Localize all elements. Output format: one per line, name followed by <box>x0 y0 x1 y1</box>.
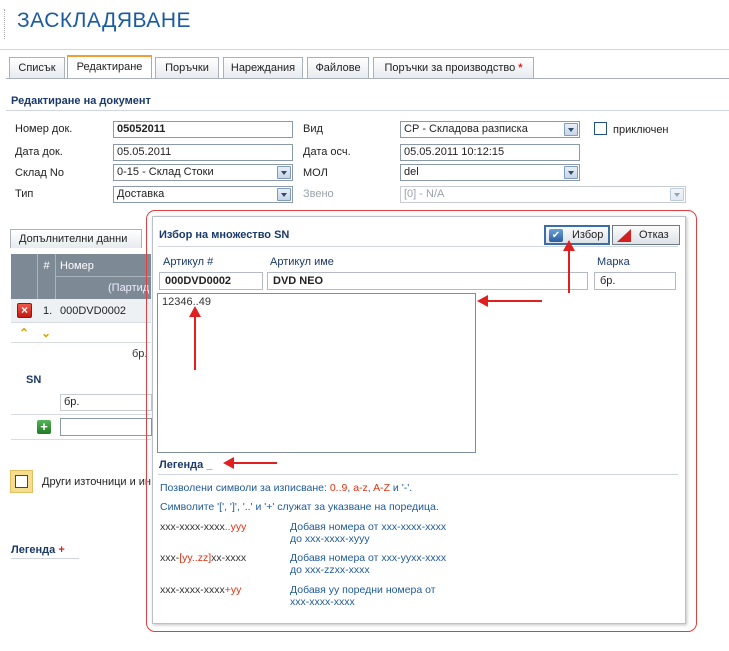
closed-checkbox[interactable] <box>594 122 607 135</box>
tab-edit[interactable]: Редактиране <box>67 55 152 79</box>
chevron-down-icon[interactable] <box>277 188 291 201</box>
annotation-arrow-line <box>194 316 196 370</box>
brand-field: бр. <box>594 272 676 290</box>
section-title: Редактиране на документ <box>11 95 151 107</box>
warehouse-select[interactable]: 0-15 - Склад Стоки <box>113 164 293 181</box>
legend-example-1-desc: Добавя номера от xxx-xxxx-xxxx до xxx-xxx… <box>290 521 447 545</box>
cancel-icon <box>617 229 631 242</box>
grid-col-index: # <box>38 254 56 299</box>
post-date-label: Дата осч. <box>303 146 351 158</box>
drag-grip <box>4 9 6 39</box>
annotation-arrow-head <box>189 306 201 317</box>
mol-label: МОЛ <box>303 167 328 179</box>
legend-example-3: xxx-xxxx-xxxx+yy <box>160 584 242 596</box>
sn-label: SN <box>26 374 42 386</box>
kind-label: Вид <box>303 123 323 135</box>
doc-no-field[interactable]: 05052011 <box>113 121 293 138</box>
article-no-field: 000DVD0002 <box>159 272 263 290</box>
dialog-legend-title[interactable]: Легенда _ <box>159 459 212 471</box>
move-up-icon[interactable]: ⌃ <box>19 326 29 340</box>
annotation-arrow-head <box>477 295 488 307</box>
grid-col-number: Номер <box>60 260 94 272</box>
legend-symbols: Символите '[', ']', '..' и '+' служат за… <box>160 501 439 513</box>
cancel-button[interactable]: Отказ <box>612 225 680 245</box>
tab-orders[interactable]: Поръчки <box>155 57 219 78</box>
kind-select[interactable]: СР - Складова разписка <box>400 121 580 138</box>
tab-extra-data[interactable]: Допълнителни данни <box>10 229 142 248</box>
add-row-input[interactable] <box>60 418 152 436</box>
closed-label: приключен <box>613 124 669 136</box>
app-header: ЗАСКЛАДЯВАНЕ <box>0 0 729 50</box>
row-code: 000DVD0002 <box>60 305 127 317</box>
other-sources-toggle[interactable] <box>10 470 33 493</box>
doc-no-label: Номер док. <box>15 123 73 135</box>
article-name-label: Артикул име <box>270 256 334 268</box>
legend-divider <box>11 558 79 559</box>
annotation-arrow-line <box>486 300 542 302</box>
tab-divider <box>6 78 729 79</box>
sn-textarea[interactable]: 12346..49 <box>157 293 476 453</box>
legend-example-2: xxx-[yy..zz]xx-xxxx <box>160 552 247 564</box>
brand-label: Марка <box>597 256 630 268</box>
mol-select[interactable]: del <box>400 164 580 181</box>
annotation-arrow-head <box>223 457 234 469</box>
doc-date-field[interactable]: 05.05.2011 <box>113 144 293 161</box>
move-down-icon[interactable]: ⌄ <box>41 326 51 340</box>
unit-field[interactable]: бр. <box>60 394 152 411</box>
chevron-down-icon[interactable] <box>277 166 291 179</box>
warehouse-label: Склад No <box>15 167 64 179</box>
tab-list[interactable]: Списък <box>9 57 65 78</box>
row-index: 1. <box>43 305 53 317</box>
legend-expander[interactable]: Легенда + <box>11 544 65 556</box>
add-row-button[interactable]: + <box>37 420 51 434</box>
link-label: Звено <box>303 188 334 200</box>
legend-example-2-desc: Добавя номера от xxx-yyxx-xxxx до xxx-zzx… <box>290 552 447 576</box>
type-label: Тип <box>15 188 34 200</box>
link-select[interactable]: [0] - N/A <box>400 186 686 203</box>
dialog-title-divider <box>158 246 678 247</box>
legend-example-1: xxx-xxxx-xxxx..yyy <box>160 521 247 533</box>
chevron-down-icon[interactable] <box>564 166 578 179</box>
check-icon: ✔ <box>549 229 563 242</box>
delete-row-button[interactable]: × <box>17 303 32 318</box>
tab-files[interactable]: Файлове <box>307 57 369 78</box>
grid-header: # Номер (Партид <box>11 254 151 299</box>
select-button[interactable]: ✔ Избор <box>544 225 610 245</box>
annotation-arrow-head <box>563 240 575 251</box>
tab-instructions[interactable]: Нареждания <box>223 57 303 78</box>
other-sources-checkbox[interactable] <box>15 475 28 488</box>
section-divider <box>6 110 729 111</box>
type-select[interactable]: Доставка <box>113 186 293 203</box>
annotation-arrow-line <box>568 249 570 293</box>
article-no-label: Артикул # <box>163 256 214 268</box>
doc-date-label: Дата док. <box>15 146 63 158</box>
chevron-down-icon[interactable] <box>564 123 578 136</box>
dialog-title: Избор на множество SN <box>159 229 290 241</box>
legend-divider <box>158 474 678 475</box>
legend-allowed: Позволени символи за изписване: 0..9, a-… <box>160 482 413 494</box>
chevron-down-icon[interactable] <box>670 188 684 201</box>
annotation-arrow-line <box>233 462 277 464</box>
article-name-field: DVD NEO <box>267 272 588 290</box>
tab-production-orders[interactable]: Поръчки за производство * <box>373 57 534 78</box>
legend-example-3-desc: Добавя yy поредни номера от xxx-xxxx-xxxx <box>290 584 436 608</box>
grid-col-batch: (Партид <box>108 282 150 294</box>
post-date-field[interactable]: 05.05.2011 10:12:15 <box>400 144 580 161</box>
other-sources-label: Други източници и ин <box>42 476 152 488</box>
app-title: ЗАСКЛАДЯВАНЕ <box>17 9 191 32</box>
